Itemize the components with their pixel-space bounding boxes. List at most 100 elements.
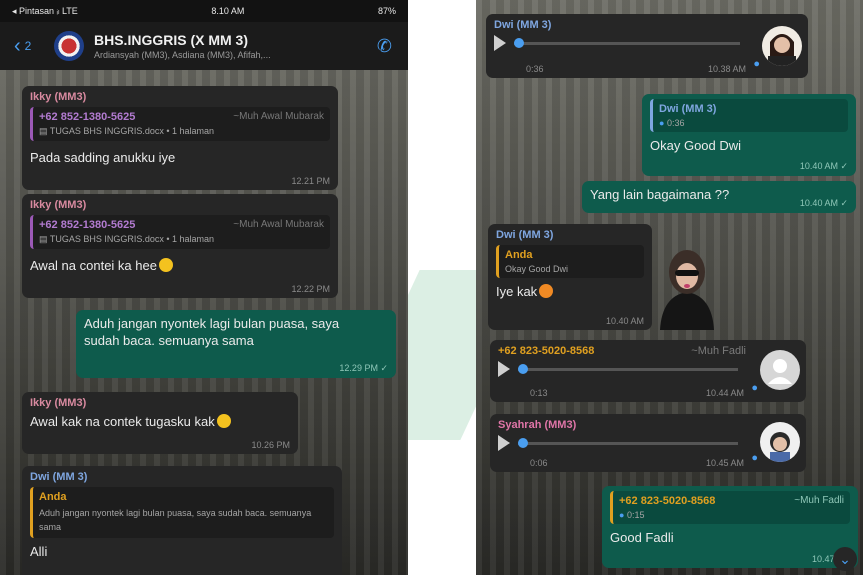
mic-icon: ● xyxy=(659,118,667,128)
group-title: BHS.INGGRIS (X MM 3) xyxy=(94,32,249,48)
play-icon[interactable] xyxy=(498,435,510,451)
message-text-row: Awal na contei ka hee xyxy=(30,257,330,274)
message-outgoing[interactable]: Yang lain bagaimana ?? 10.40 AM ✓ xyxy=(582,181,856,213)
quoted-message[interactable]: Dwi (MM 3) ● 0:36 xyxy=(650,99,848,132)
quote-name: Anda xyxy=(505,249,533,261)
chat-header: ‹ 2 BHS.INGGRIS (X MM 3) Ardiansyah (MM3… xyxy=(0,22,408,70)
quote-number: +62 852-1380-5625 xyxy=(39,219,136,231)
message-text: Awal na contei ka hee xyxy=(30,258,157,273)
audio-scrubber[interactable] xyxy=(518,363,528,374)
sender-name: Ikky (MM3) xyxy=(30,199,87,211)
add-call-icon[interactable]: ✆ xyxy=(377,36,392,57)
person-figure xyxy=(660,250,714,330)
sender-row: +62 823-5020-8568 ~Muh Fadli xyxy=(498,345,798,357)
emoji-icon xyxy=(158,258,173,272)
audio-progress[interactable] xyxy=(514,37,740,48)
mic-icon: ● xyxy=(751,382,758,394)
message-outgoing[interactable]: +62 823-5020-8568 ~Muh Fadli ● 0:15 Good … xyxy=(602,486,858,568)
sender-name: Ikky (MM3) xyxy=(30,397,87,409)
carrier-label: ◂ Pintasan ᵢₗ LTE xyxy=(12,5,78,16)
voice-duration: 0:36 xyxy=(526,64,544,74)
sender-number: +62 823-5020-8568 xyxy=(498,345,595,357)
audio-progress[interactable] xyxy=(518,363,738,374)
voice-message[interactable]: +62 823-5020-8568 ~Muh Fadli 0:13 10.44 A… xyxy=(490,340,806,402)
avatar xyxy=(760,350,800,390)
quoted-message[interactable]: Anda Okay Good Dwi xyxy=(496,245,644,278)
voice-message[interactable]: Dwi (MM 3) 0:36 10.38 AM ● xyxy=(486,14,808,78)
audio-scrubber[interactable] xyxy=(514,37,524,48)
sender-name: Dwi (MM 3) xyxy=(30,471,88,483)
message-incoming[interactable]: Dwi (MM 3) Anda Aduh jangan nyontek lagi… xyxy=(22,466,342,575)
emoji-icon xyxy=(539,284,554,298)
message-incoming[interactable]: Ikky (MM3) +62 852-1380-5625 ~Muh Awal Mu… xyxy=(22,194,338,298)
quote-number: +62 823-5020-8568 xyxy=(619,495,716,507)
message-text: Iye kak xyxy=(496,284,538,299)
voice-duration: 0:13 xyxy=(530,388,548,398)
voice-message[interactable]: Syahrah (MM3) 0:06 10.45 AM ● xyxy=(490,414,806,472)
message-time: 10.26 PM xyxy=(251,440,290,450)
status-bar: ◂ Pintasan ᵢₗ LTE 8.10 AM 87% xyxy=(0,0,408,22)
message-outgoing[interactable]: Dwi (MM 3) ● 0:36 Okay Good Dwi 10.40 AM… xyxy=(642,94,856,176)
voice-duration: 0:06 xyxy=(530,458,548,468)
audio-scrubber[interactable] xyxy=(518,437,528,448)
sender-name: Ikky (MM3) xyxy=(30,91,87,103)
message-incoming[interactable]: Dwi (MM 3) Anda Okay Good Dwi Iye kak 10… xyxy=(488,224,652,330)
quote-via: ~Muh Fadli xyxy=(794,495,844,506)
play-icon[interactable] xyxy=(494,35,506,51)
quote-audio-duration: 0:15 xyxy=(626,510,645,520)
quote-file: TUGAS BHS INGGRIS.docx • 1 halaman xyxy=(49,234,215,244)
background-photo-person xyxy=(654,244,720,330)
group-info[interactable]: BHS.INGGRIS (X MM 3) Ardiansyah (MM3), A… xyxy=(94,32,271,60)
unread-count: 2 xyxy=(24,39,32,53)
group-avatar[interactable] xyxy=(54,31,84,61)
quote-via: ~Muh Awal Mubarak xyxy=(233,219,324,230)
message-outgoing[interactable]: Aduh jangan nyontek lagi bulan puasa, sa… xyxy=(76,310,396,378)
message-time: 10.40 AM xyxy=(605,316,644,326)
quote-audio-duration: 0:36 xyxy=(666,118,685,128)
chevron-left-icon: ‹ xyxy=(14,34,21,57)
message-time: 10.44 AM xyxy=(705,388,744,398)
message-incoming[interactable]: Ikky (MM3) +62 852-1380-5625 ~Muh Awal Mu… xyxy=(22,86,338,190)
play-icon[interactable] xyxy=(498,361,510,377)
message-time: 10.40 AM ✓ xyxy=(799,161,848,171)
message-time: 12.22 PM xyxy=(291,284,330,294)
scroll-down-button[interactable]: ⌄ xyxy=(833,547,857,571)
default-avatar-icon xyxy=(768,359,792,384)
battery-label: 87% xyxy=(377,6,396,16)
quoted-message[interactable]: +62 852-1380-5625 ~Muh Awal Mubarak ▤ TUG… xyxy=(30,215,330,249)
quote-file: TUGAS BHS INGGRIS.docx • 1 halaman xyxy=(49,126,215,136)
message-text: Awal kak na contek tugasku kak xyxy=(30,414,215,429)
chat-screenshot-right: Dwi (MM 3) 0:36 10.38 AM ● Dwi (MM 3) ● … xyxy=(476,0,863,575)
message-time: 10.40 AM ✓ xyxy=(799,198,848,208)
document-icon: ▤ xyxy=(39,234,50,244)
audio-progress[interactable] xyxy=(518,437,738,448)
mic-icon: ● xyxy=(753,58,760,70)
message-text-row: Awal kak na contek tugasku kak xyxy=(30,413,290,430)
group-members: Ardiansyah (MM3), Asdiana (MM3), Afifah,… xyxy=(94,50,271,60)
message-text: Pada sadding anukku iye xyxy=(30,150,176,165)
document-icon: ▤ xyxy=(39,126,50,136)
quoted-message[interactable]: +62 823-5020-8568 ~Muh Fadli ● 0:15 xyxy=(610,491,850,524)
sender-name: Dwi (MM 3) xyxy=(496,229,554,241)
message-incoming[interactable]: Ikky (MM3) Awal kak na contek tugasku ka… xyxy=(22,392,298,454)
person-avatar-icon xyxy=(770,432,790,462)
quote-name: Anda xyxy=(39,491,67,503)
quote-via: ~Muh Awal Mubarak xyxy=(233,111,324,122)
message-text: Okay Good Dwi xyxy=(650,138,742,153)
quote-text: Okay Good Dwi xyxy=(505,264,569,274)
message-time: 10.38 AM xyxy=(707,64,746,74)
chat-screenshot-left: ◂ Pintasan ᵢₗ LTE 8.10 AM 87% ‹ 2 BHS.IN… xyxy=(0,0,408,575)
emoji-icon xyxy=(216,414,231,428)
sender-name: Syahrah (MM3) xyxy=(498,419,577,431)
message-text: Aduh jangan nyontek lagi bulan puasa, sa… xyxy=(84,316,340,348)
message-text: Alli xyxy=(30,544,48,559)
mic-icon: ● xyxy=(751,452,758,464)
quote-number: +62 852-1380-5625 xyxy=(39,111,136,123)
message-time: 12.29 PM ✓ xyxy=(339,363,388,373)
quoted-message[interactable]: Anda Aduh jangan nyontek lagi bulan puas… xyxy=(30,487,334,538)
back-button[interactable]: ‹ 2 xyxy=(14,35,54,58)
clock: 8.10 AM xyxy=(211,6,245,16)
quoted-message[interactable]: +62 852-1380-5625 ~Muh Awal Mubarak ▤ TUG… xyxy=(30,107,330,141)
message-time: 10.45 AM xyxy=(705,458,744,468)
quote-name: Dwi (MM 3) xyxy=(659,103,717,115)
